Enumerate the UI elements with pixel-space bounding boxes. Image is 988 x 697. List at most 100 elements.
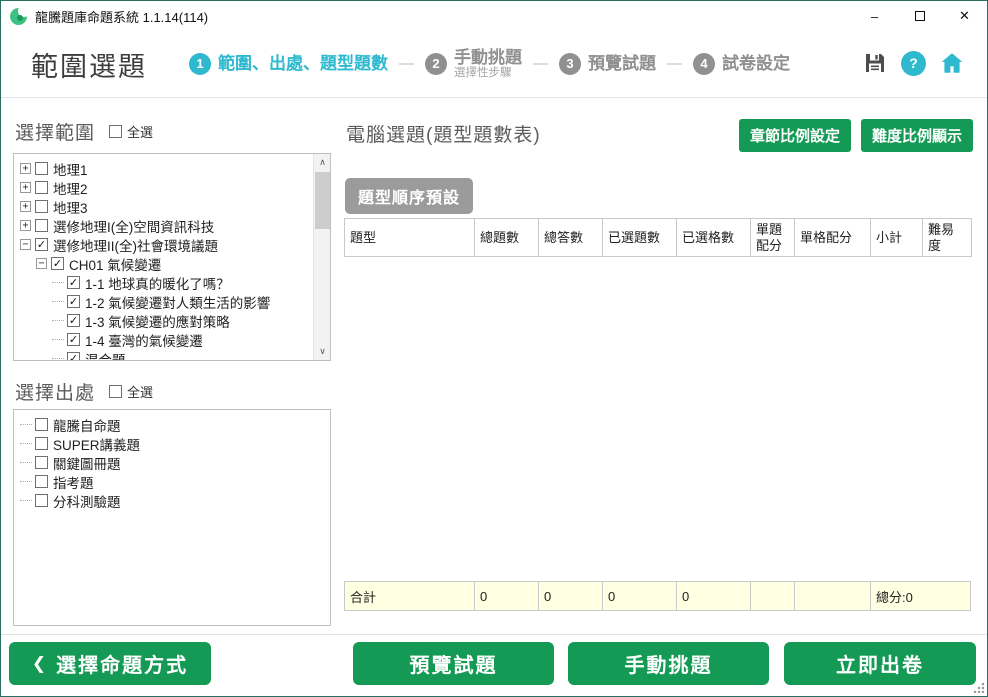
resize-grip[interactable] [974, 683, 984, 693]
source-list: 龍騰自命題 SUPER講義題 關鍵圖冊題 指考題 分科測驗題 [14, 410, 330, 510]
tree-item-label[interactable]: 地理3 [53, 197, 88, 217]
step-label: 範圍、出處、題型題數 [218, 54, 388, 74]
tree-item-checkbox[interactable] [35, 200, 48, 213]
step-number-badge: 3 [559, 53, 581, 75]
preview-questions-button[interactable]: 預覽試題 [353, 642, 554, 685]
question-order-button[interactable]: 題型順序預設 [345, 178, 473, 214]
tree-item-label[interactable]: 地理1 [53, 159, 88, 179]
computer-section-head: 電腦選題(題型題數表) [346, 120, 541, 147]
save-icon[interactable] [862, 50, 888, 76]
tree-item-checkbox[interactable] [35, 456, 48, 469]
tree-item[interactable]: + 選修地理I(全)空間資訊科技 [20, 216, 330, 235]
close-button[interactable]: ✕ [942, 1, 987, 31]
tree-item-label[interactable]: 分科測驗題 [53, 491, 121, 511]
step-number-badge: 4 [693, 53, 715, 75]
tree-item[interactable]: ✓ 1-3 氣候變遷的應對策略 [52, 311, 330, 330]
tree-item-label[interactable]: 1-3 氣候變遷的應對策略 [85, 311, 230, 331]
tree-item[interactable]: − ✓ CH01 氣候變遷 [36, 254, 330, 273]
step[interactable]: 3 預覽試題 [559, 53, 656, 75]
tree-item[interactable]: 指考題 [20, 472, 330, 491]
tree-item-checkbox[interactable]: ✓ [67, 352, 80, 361]
expand-toggle-icon[interactable]: + [20, 163, 31, 174]
tree-item-label[interactable]: 關鍵圖冊題 [53, 453, 121, 473]
tree-item[interactable]: ✓ 1-4 臺灣的氣候變遷 [52, 330, 330, 349]
tree-item[interactable]: − ✓ 選修地理II(全)社會環境議題 [20, 235, 330, 254]
column-header: 小計 [871, 219, 923, 257]
tree-item[interactable]: ✓ 混合題 [52, 349, 330, 361]
tree-item-checkbox[interactable]: ✓ [67, 333, 80, 346]
tree-item-label[interactable]: 1-1 地球真的暖化了嗎？ [85, 273, 230, 293]
tree-item[interactable]: ✓ 1-1 地球真的暖化了嗎？ [52, 273, 330, 292]
tree-item-checkbox[interactable] [35, 162, 48, 175]
step-number-badge: 2 [425, 53, 447, 75]
tree-item-checkbox[interactable] [35, 494, 48, 507]
total-value-cell [751, 582, 795, 611]
source-select-all-checkbox[interactable] [109, 385, 122, 398]
tree-item-checkbox[interactable]: ✓ [67, 276, 80, 289]
tree-scrollbar[interactable]: ∧ ∨ [313, 154, 330, 360]
tree-item-label[interactable]: 地理2 [53, 178, 88, 198]
tree-item-label[interactable]: 1-4 臺灣的氣候變遷 [85, 330, 203, 350]
tree-item-checkbox[interactable] [35, 418, 48, 431]
tree-item-label[interactable]: 選修地理II(全)社會環境議題 [53, 235, 218, 255]
tree-item-checkbox[interactable]: ✓ [51, 257, 64, 270]
step-sublabel: 選擇性步驟 [454, 67, 522, 80]
tree-item-label[interactable]: SUPER講義題 [53, 434, 140, 454]
tree-item-checkbox[interactable]: ✓ [35, 238, 48, 251]
tree-item-checkbox[interactable] [35, 219, 48, 232]
minimize-button[interactable]: – [852, 1, 897, 31]
tree-item-label[interactable]: 選修地理I(全)空間資訊科技 [53, 216, 214, 236]
title-bar: 龍騰題庫命題系統 1.1.14(114) – ✕ [1, 1, 987, 31]
scrollbar-thumb[interactable] [315, 172, 330, 229]
tree-item[interactable]: SUPER講義題 [20, 434, 330, 453]
scroll-down-icon[interactable]: ∨ [314, 343, 331, 360]
bottom-divider [1, 634, 987, 635]
tree-item-checkbox[interactable] [35, 475, 48, 488]
source-panel: 龍騰自命題 SUPER講義題 關鍵圖冊題 指考題 分科測驗題 [13, 409, 331, 626]
tree-connector [20, 481, 32, 482]
back-to-method-button[interactable]: ❮ 選擇命題方式 [9, 642, 211, 685]
range-select-all[interactable]: 全選 [109, 122, 153, 141]
tree-item-checkbox[interactable] [35, 181, 48, 194]
expand-toggle-icon[interactable]: − [36, 258, 47, 269]
tree-connector [20, 424, 32, 425]
back-button-label: 選擇命題方式 [56, 649, 188, 678]
expand-toggle-icon[interactable]: + [20, 201, 31, 212]
tree-connector [52, 339, 64, 340]
source-select-all[interactable]: 全選 [109, 382, 153, 401]
tree-item[interactable]: 分科測驗題 [20, 491, 330, 510]
tree-item-checkbox[interactable] [35, 437, 48, 450]
tree-item-checkbox[interactable]: ✓ [67, 295, 80, 308]
tree-item-label[interactable]: 1-2 氣候變遷對人類生活的影響 [85, 292, 270, 312]
tree-item[interactable]: + 地理3 [20, 197, 330, 216]
expand-toggle-icon[interactable]: − [20, 239, 31, 250]
step-label: 試卷設定 [722, 54, 790, 74]
chapter-ratio-button[interactable]: 章節比例設定 [739, 119, 851, 152]
range-select-all-checkbox[interactable] [109, 125, 122, 138]
tree-item-label[interactable]: 混合題 [85, 349, 126, 362]
tree-item-label[interactable]: CH01 氣候變遷 [69, 254, 161, 274]
tree-item-label[interactable]: 指考題 [53, 472, 94, 492]
expand-toggle-icon[interactable]: + [20, 220, 31, 231]
page-title: 範圍選題 [31, 45, 147, 84]
maximize-button[interactable] [897, 1, 942, 31]
question-type-table: 題型總題數總答數已選題數已選格數單題配分單格配分小計難易度 [344, 218, 972, 257]
tree-item[interactable]: ✓ 1-2 氣候變遷對人類生活的影響 [52, 292, 330, 311]
help-icon[interactable]: ? [901, 51, 926, 76]
step[interactable]: 1 範圍、出處、題型題數 [189, 53, 388, 75]
tree-item-checkbox[interactable]: ✓ [67, 314, 80, 327]
expand-toggle-icon[interactable]: + [20, 182, 31, 193]
tree-item[interactable]: 龍騰自命題 [20, 415, 330, 434]
tree-item[interactable]: + 地理1 [20, 159, 330, 178]
generate-exam-button[interactable]: 立即出卷 [784, 642, 976, 685]
step[interactable]: 4 試卷設定 [693, 53, 790, 75]
difficulty-ratio-button[interactable]: 難度比例顯示 [861, 119, 973, 152]
home-icon[interactable] [939, 50, 965, 76]
manual-pick-button[interactable]: 手動挑題 [568, 642, 769, 685]
column-header: 總題數 [475, 219, 539, 257]
tree-item[interactable]: 關鍵圖冊題 [20, 453, 330, 472]
tree-item[interactable]: + 地理2 [20, 178, 330, 197]
step[interactable]: 2 手動挑題 選擇性步驟 [425, 48, 522, 81]
scroll-up-icon[interactable]: ∧ [314, 154, 331, 171]
tree-item-label[interactable]: 龍騰自命題 [53, 415, 121, 435]
